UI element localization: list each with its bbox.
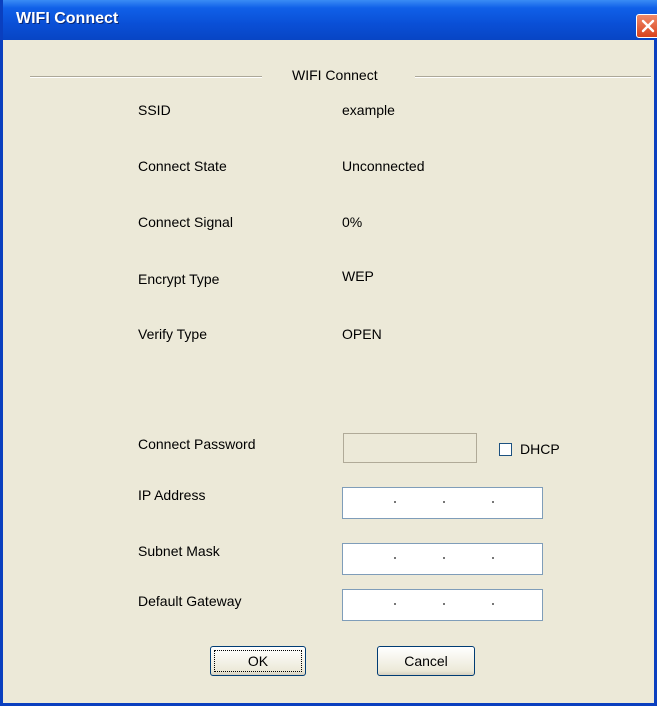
ip-address-field[interactable] <box>342 487 543 519</box>
dhcp-checkbox-box[interactable] <box>499 443 512 456</box>
ok-button[interactable]: OK <box>210 646 306 676</box>
connect-state-label: Connect State <box>138 158 227 174</box>
default-gateway-field[interactable] <box>342 589 543 621</box>
ssid-value: example <box>342 102 395 118</box>
subnet-mask-label: Subnet Mask <box>138 543 220 559</box>
connect-signal-value: 0% <box>342 214 363 230</box>
dhcp-label: DHCP <box>520 441 560 457</box>
default-gateway-label: Default Gateway <box>138 593 242 609</box>
close-icon <box>641 19 655 33</box>
password-field[interactable] <box>343 433 477 463</box>
window-title: WIFI Connect <box>16 10 119 27</box>
ip-address-label: IP Address <box>138 487 206 503</box>
connect-state-value: Unconnected <box>342 158 425 174</box>
group-divider-right <box>415 76 651 78</box>
subnet-mask-field[interactable] <box>342 543 543 575</box>
verify-type-label: Verify Type <box>138 326 208 342</box>
title-bar[interactable]: WIFI Connect <box>3 0 657 40</box>
encrypt-type-value: WEP <box>342 268 374 284</box>
cancel-button[interactable]: Cancel <box>377 646 475 676</box>
wifi-connect-window: WIFI Connect WIFI Connect SSID example C… <box>0 0 657 706</box>
connect-signal-label: Connect Signal <box>138 214 233 230</box>
dialog-body: WIFI Connect SSID example Connect State … <box>6 40 651 697</box>
verify-type-value: OPEN <box>342 326 382 342</box>
encrypt-type-label: Encrypt Type <box>138 271 220 287</box>
group-divider-left <box>30 76 262 78</box>
group-title: WIFI Connect <box>292 67 378 83</box>
close-button[interactable] <box>636 14 657 38</box>
password-label: Connect Password <box>138 436 256 452</box>
ssid-label: SSID <box>138 102 171 118</box>
